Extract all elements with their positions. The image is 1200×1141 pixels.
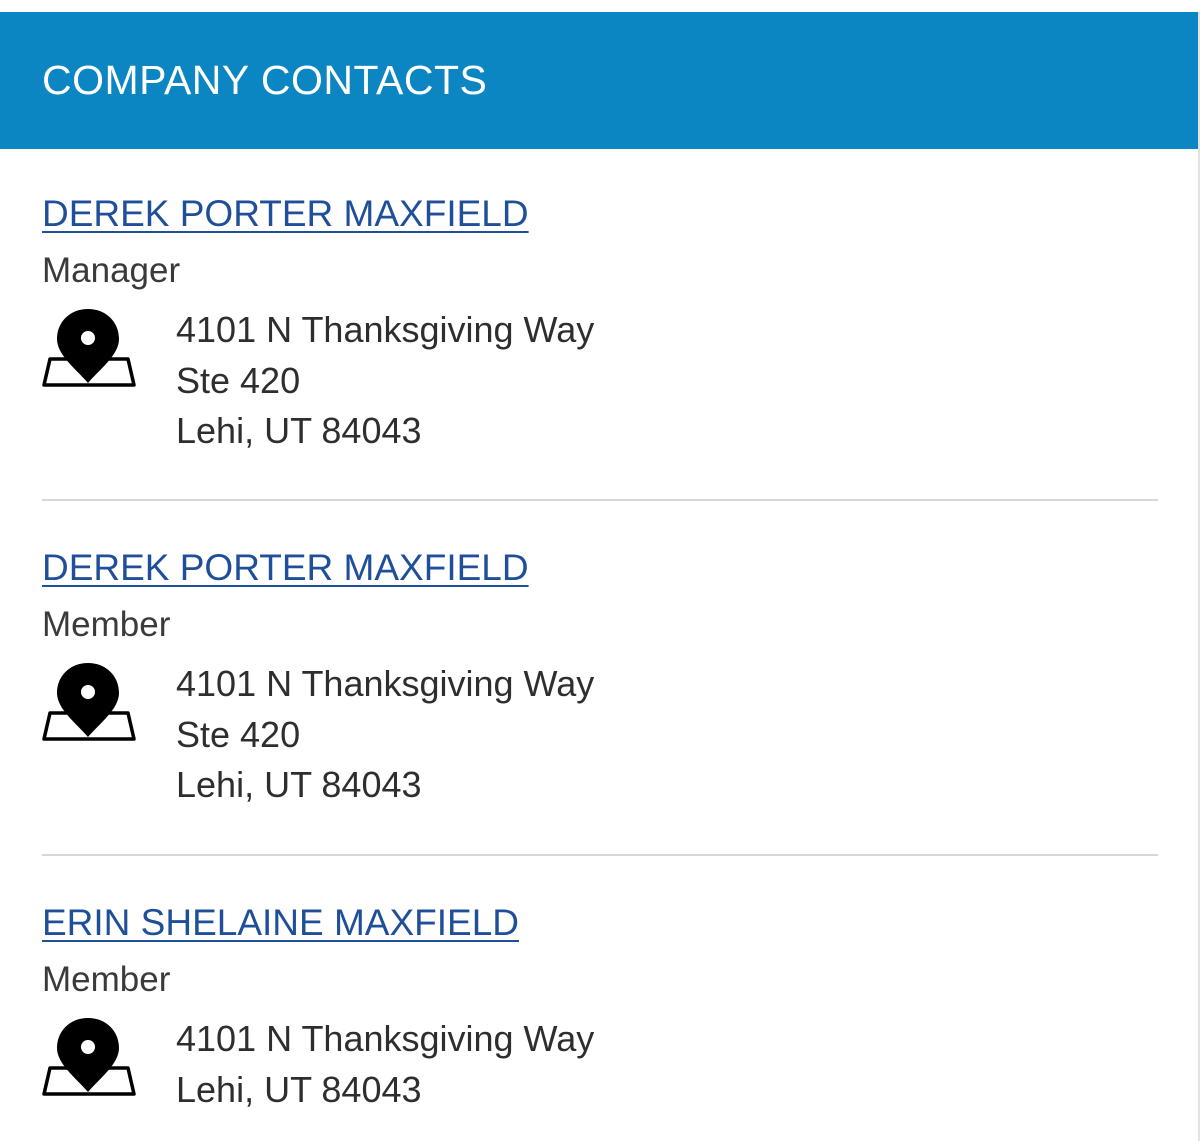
address-street: 4101 N Thanksgiving Way	[176, 1018, 595, 1059]
address-street: 4101 N Thanksgiving Way	[176, 663, 595, 704]
contact-role: Member	[42, 605, 171, 644]
contact-address: 4101 N Thanksgiving Way Ste 420 Lehi, UT…	[176, 305, 594, 457]
contact-divider	[42, 499, 1158, 501]
map-pin-icon	[42, 663, 136, 741]
contact-role: Manager	[42, 251, 181, 290]
panel-header: COMPANY CONTACTS	[0, 12, 1198, 149]
address-city: Lehi, UT 84043	[176, 1068, 422, 1110]
map-pin-icon	[42, 1018, 136, 1096]
contact-divider	[42, 854, 1158, 856]
panel-title: COMPANY CONTACTS	[42, 57, 488, 103]
contact-role: Member	[42, 960, 171, 999]
contact-address: 4101 N Thanksgiving Way Lehi, UT 84043	[176, 1014, 594, 1115]
address-street: 4101 N Thanksgiving Way	[176, 309, 595, 350]
address-city: Lehi, UT 84043	[176, 410, 422, 451]
address-suite: Ste 420	[176, 713, 301, 755]
contact-name-link[interactable]: DEREK PORTER MAXFIELD	[42, 547, 529, 589]
contact-address: 4101 N Thanksgiving Way Ste 420 Lehi, UT…	[176, 659, 594, 811]
contact-name-link[interactable]: ERIN SHELAINE MAXFIELD	[42, 902, 519, 944]
map-pin-icon	[42, 309, 136, 387]
contact-name-link[interactable]: DEREK PORTER MAXFIELD	[42, 193, 529, 235]
address-suite: Ste 420	[176, 359, 301, 401]
top-strip	[0, 0, 1200, 12]
address-city: Lehi, UT 84043	[176, 764, 422, 805]
